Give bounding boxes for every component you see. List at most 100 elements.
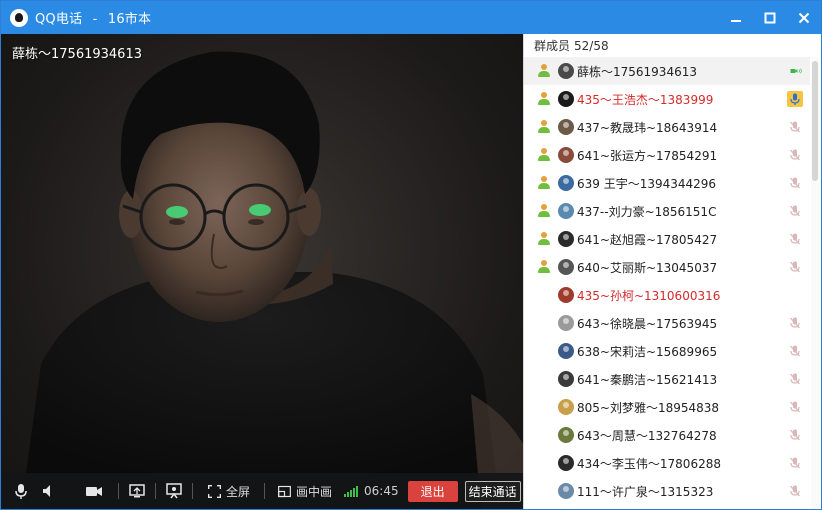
member-role-icon bbox=[537, 148, 551, 162]
member-row[interactable]: 434～李玉伟～17806288 bbox=[524, 449, 810, 477]
member-role-icon bbox=[537, 176, 551, 190]
presenter-button[interactable] bbox=[160, 473, 188, 509]
member-name: 薛栋～17561934613 bbox=[577, 64, 697, 79]
member-mic-status[interactable] bbox=[780, 231, 810, 247]
member-name: 641~赵旭霞~17805427 bbox=[577, 232, 718, 247]
maximize-icon bbox=[764, 12, 776, 23]
mic-muted-icon bbox=[790, 401, 800, 413]
close-button[interactable] bbox=[787, 1, 821, 34]
title-separator: - bbox=[92, 12, 98, 27]
member-name: 641~秦鹏洁~15621413 bbox=[577, 372, 718, 387]
member-name: 805~刘梦雅～18954838 bbox=[577, 400, 720, 415]
member-row[interactable]: 111～许广泉～1315323 bbox=[524, 477, 810, 505]
minimize-button[interactable] bbox=[719, 1, 753, 34]
camera-icon bbox=[86, 487, 102, 496]
member-row[interactable]: 641~张运方~17854291 bbox=[524, 141, 810, 169]
member-mic-status[interactable] bbox=[780, 455, 810, 471]
mic-muted-icon bbox=[790, 345, 800, 357]
picture-in-picture-button[interactable]: 画中画 bbox=[277, 483, 332, 500]
member-row[interactable]: 641~赵旭霞~17805427 bbox=[524, 225, 810, 253]
member-row[interactable]: 435～王浩杰～1383999 bbox=[524, 85, 810, 113]
member-mic-status[interactable] bbox=[780, 483, 810, 499]
presenter-icon bbox=[166, 483, 182, 499]
caller-label: 薛栋～17561934613 bbox=[12, 47, 142, 62]
toolbar-divider bbox=[192, 483, 193, 499]
member-row[interactable]: 638~宋莉洁~15689965 bbox=[524, 337, 810, 365]
member-mic-status[interactable] bbox=[780, 175, 810, 191]
member-name: 643～周慧～132764278 bbox=[577, 428, 717, 443]
member-name: 640~艾丽斯~13045037 bbox=[577, 260, 718, 275]
speaker-button[interactable] bbox=[38, 473, 60, 509]
member-mic-status[interactable] bbox=[780, 315, 810, 331]
member-role-spacer bbox=[537, 288, 551, 302]
call-timer: 06:45 bbox=[364, 484, 399, 498]
mic-active-icon bbox=[790, 93, 800, 105]
member-row[interactable]: 643～周慧～132764278 bbox=[524, 421, 810, 449]
member-mic-status[interactable] bbox=[780, 427, 810, 443]
share-screen-button[interactable] bbox=[123, 473, 151, 509]
member-role-spacer bbox=[537, 344, 551, 358]
avatar bbox=[558, 315, 574, 331]
member-mic-status[interactable] bbox=[780, 399, 810, 415]
maximize-button[interactable] bbox=[753, 1, 787, 34]
qq-logo-icon bbox=[10, 8, 28, 27]
member-role-icon bbox=[537, 204, 551, 218]
member-mic-status[interactable] bbox=[780, 343, 810, 359]
avatar bbox=[558, 455, 574, 471]
member-row[interactable]: 437~教晟玮~18643914 bbox=[524, 113, 810, 141]
signal-strength-icon bbox=[344, 485, 359, 497]
member-mic-status[interactable] bbox=[780, 371, 810, 387]
member-role-icon bbox=[537, 232, 551, 246]
member-row[interactable]: 437--刘力豪~1856151C bbox=[524, 197, 810, 225]
title-bar[interactable]: QQ电话 - 16市本 bbox=[1, 1, 821, 34]
mic-muted-icon bbox=[790, 261, 800, 273]
member-name: 435～王浩杰～1383999 bbox=[577, 92, 714, 107]
avatar bbox=[558, 147, 574, 163]
avatar bbox=[558, 231, 574, 247]
speaker-icon bbox=[43, 485, 50, 497]
member-count: 52/58 bbox=[574, 38, 609, 53]
fullscreen-button[interactable]: 全屏 bbox=[207, 483, 250, 500]
member-role-icon bbox=[537, 260, 551, 274]
window-title: QQ电话 - 16市本 bbox=[35, 8, 151, 27]
member-panel: 群成员 52/58 薛栋～17561934613 435～王浩杰～1383999 4… bbox=[523, 34, 821, 509]
member-row[interactable]: 641~秦鹏洁~15621413 bbox=[524, 365, 810, 393]
mic-muted-icon bbox=[790, 177, 800, 189]
avatar bbox=[558, 119, 574, 135]
scrollbar-thumb[interactable] bbox=[812, 61, 818, 181]
member-row[interactable]: 435~孙柯~1310600316 bbox=[524, 281, 810, 309]
member-name: 638~宋莉洁~15689965 bbox=[577, 344, 718, 359]
member-row[interactable]: 640~艾丽斯~13045037 bbox=[524, 253, 810, 281]
avatar bbox=[558, 287, 574, 303]
avatar bbox=[558, 371, 574, 387]
member-row[interactable]: 805~刘梦雅～18954838 bbox=[524, 393, 810, 421]
exit-button[interactable]: 退出 bbox=[407, 480, 458, 502]
member-mic-status[interactable] bbox=[780, 119, 810, 135]
member-role-spacer bbox=[537, 428, 551, 442]
avatar bbox=[558, 91, 574, 107]
call-toolbar: 全屏 画中画 06:45 退出 结束通话 bbox=[1, 473, 523, 509]
member-row[interactable]: 639 王宇～1394344296 bbox=[524, 169, 810, 197]
member-mic-status[interactable] bbox=[787, 91, 803, 107]
camera-button[interactable] bbox=[74, 473, 114, 509]
member-mic-status[interactable] bbox=[780, 259, 810, 275]
member-mic-status[interactable] bbox=[780, 147, 810, 163]
toolbar-divider bbox=[264, 483, 266, 499]
avatar bbox=[558, 343, 574, 359]
member-header-label: 群成员 bbox=[534, 39, 571, 53]
qq-call-window: QQ电话 - 16市本 薛栋～17561934613 全屏 画中画 06:45 … bbox=[0, 0, 822, 510]
member-mic-status[interactable] bbox=[780, 203, 810, 219]
member-list[interactable]: 薛栋～17561934613 435～王浩杰～1383999 437~教晟玮~186… bbox=[524, 57, 810, 509]
end-call-button[interactable]: 结束通话 bbox=[464, 480, 521, 502]
member-row[interactable]: 643~徐晓晨~17563945 bbox=[524, 309, 810, 337]
member-role-icon bbox=[537, 92, 551, 106]
member-row[interactable]: 薛栋～17561934613 bbox=[524, 57, 810, 85]
video-on-icon bbox=[790, 68, 802, 74]
microphone-button[interactable] bbox=[4, 473, 38, 509]
member-list-scrollbar[interactable] bbox=[811, 57, 819, 509]
member-video-status[interactable] bbox=[782, 63, 810, 79]
video-feed[interactable]: 薛栋～17561934613 全屏 画中画 06:45 退出 结束通话 bbox=[1, 34, 523, 509]
mic-muted-icon bbox=[790, 233, 800, 245]
member-name: 434～李玉伟～17806288 bbox=[577, 456, 721, 471]
group-name: 16市本 bbox=[107, 12, 152, 27]
